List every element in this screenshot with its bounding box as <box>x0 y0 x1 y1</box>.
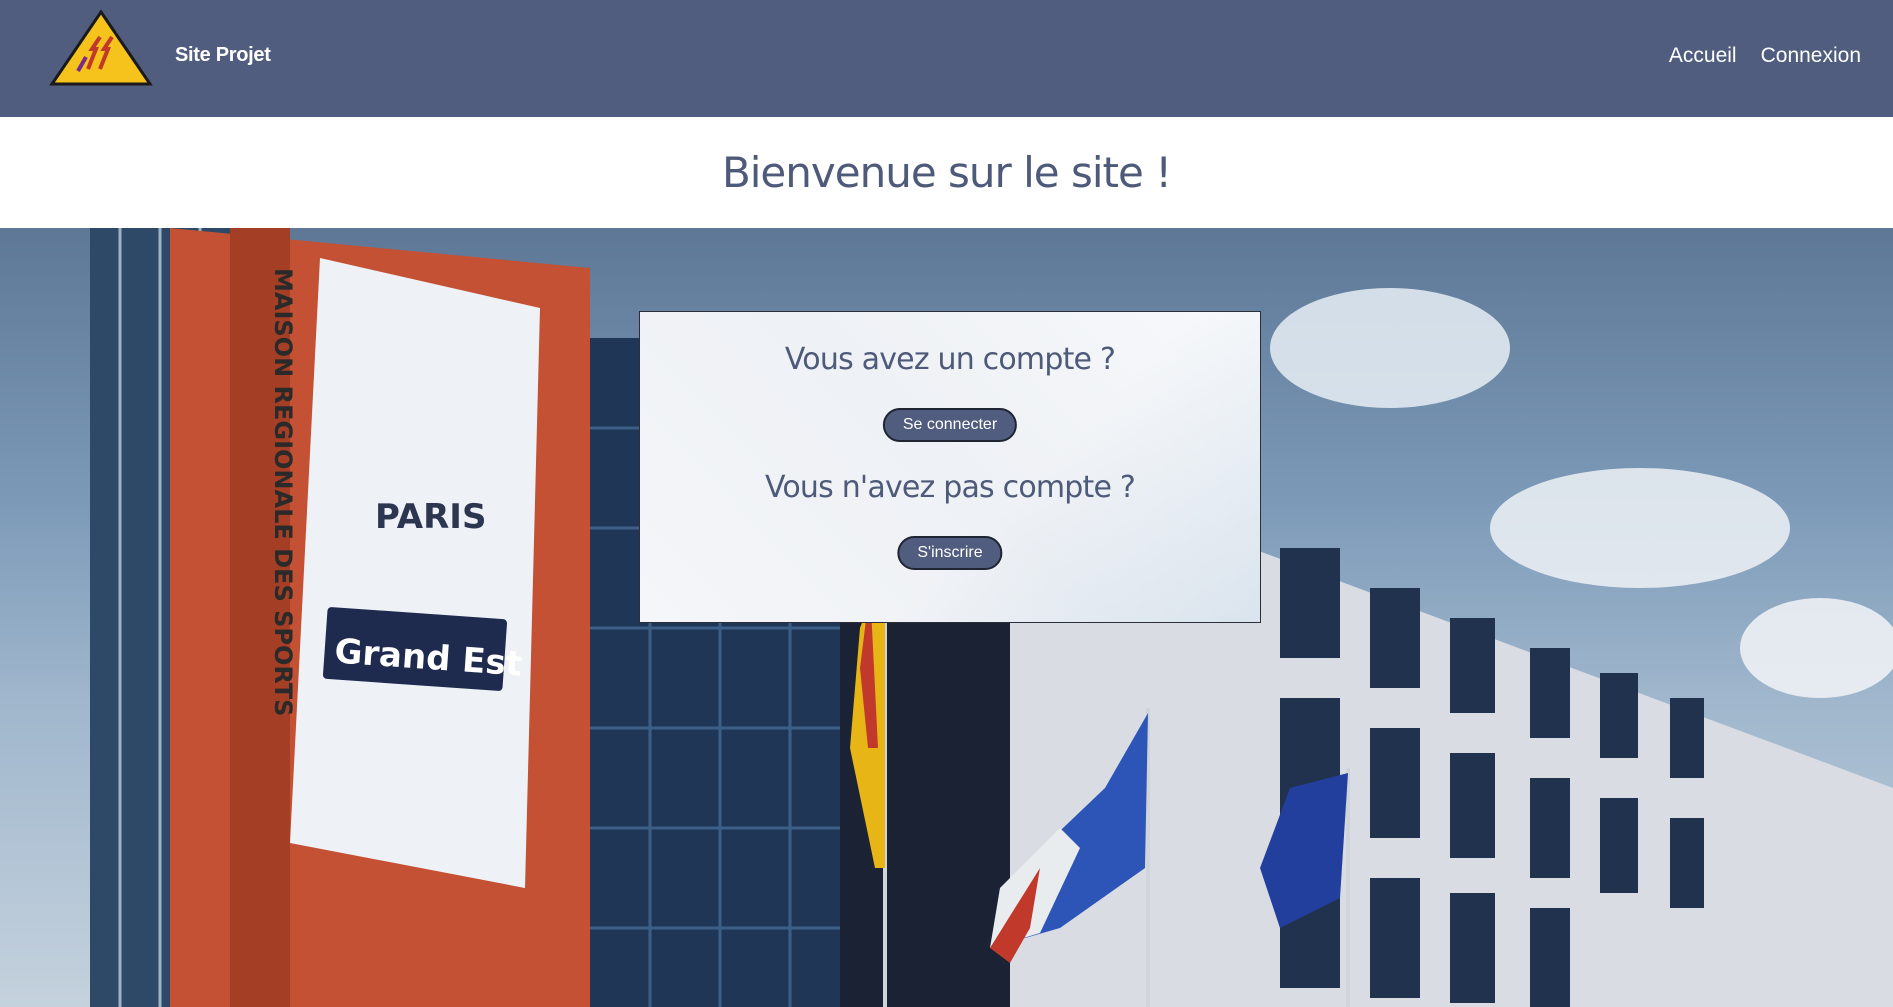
brand-name[interactable]: Site Projet <box>175 44 271 67</box>
paris-banner-text: PARIS <box>375 497 486 537</box>
nav-link-connexion[interactable]: Connexion <box>1761 44 1861 68</box>
building-sign-text: MAISON REGIONALE DES SPORTS <box>269 268 297 716</box>
logo-icon[interactable] <box>48 9 154 87</box>
nav-links: Accueil Connexion <box>1669 44 1861 68</box>
nav-link-accueil[interactable]: Accueil <box>1669 44 1737 68</box>
hero-image: MAISON REGIONALE DES SPORTS PARIS Grand … <box>0 228 1893 1007</box>
signup-button[interactable]: S'inscrire <box>897 536 1003 570</box>
navbar: Site Projet Accueil Connexion <box>0 0 1893 117</box>
login-button[interactable]: Se connecter <box>882 408 1018 442</box>
no-account-question: Vous n'avez pas compte ? <box>764 470 1136 505</box>
building-sign: MAISON REGIONALE DES SPORTS <box>269 268 297 716</box>
page-title: Bienvenue sur le site ! <box>721 148 1172 197</box>
welcome-banner: Bienvenue sur le site ! <box>0 117 1893 228</box>
account-question: Vous avez un compte ? <box>784 342 1116 377</box>
account-card: Vous avez un compte ? Se connecter Vous … <box>639 311 1261 623</box>
